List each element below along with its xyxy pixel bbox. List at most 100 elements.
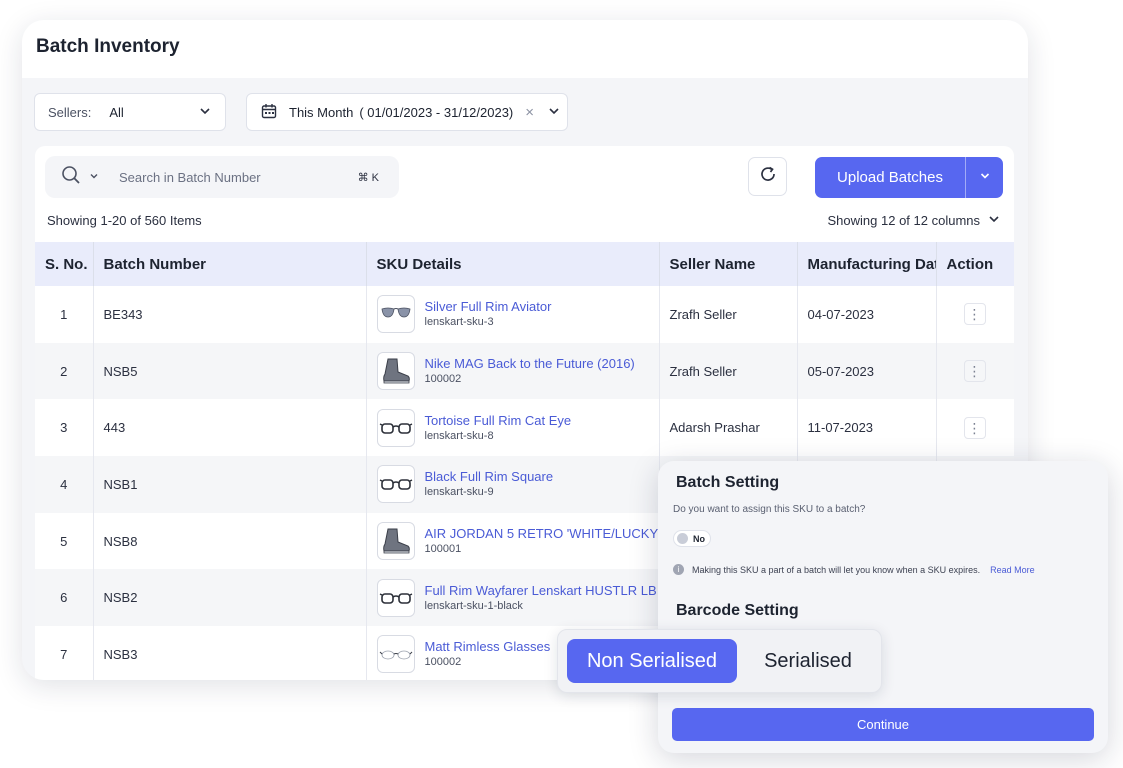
sku-name-link[interactable]: Silver Full Rim Aviator xyxy=(425,299,552,315)
cell-sno: 2 xyxy=(35,342,94,400)
batch-info-note: i Making this SKU a part of a batch will… xyxy=(673,564,1035,575)
chevron-down-icon xyxy=(199,105,211,120)
cell-batch-number: BE343 xyxy=(93,286,367,343)
upload-batches-button[interactable]: Upload Batches xyxy=(815,157,1003,198)
cell-sno: 4 xyxy=(35,456,94,513)
toggle-label: No xyxy=(693,533,705,544)
table-row[interactable]: 1 BE343 Silver Full Rim Aviator lenskart-sk… xyxy=(35,286,1014,343)
serialisation-toggle: Non Serialised Serialised xyxy=(557,629,882,693)
column-header-manufacturing-date[interactable]: Manufacturing Date xyxy=(797,242,937,286)
refresh-icon xyxy=(759,165,777,188)
column-header-seller-name[interactable]: Seller Name xyxy=(659,242,798,286)
cell-sku-details: Full Rim Wayfarer Lenskart HUSTLR LB E14… xyxy=(366,569,660,627)
clear-date-icon[interactable]: × xyxy=(525,104,534,121)
cell-batch-number: NSB2 xyxy=(93,569,367,627)
cell-sku-details: AIR JORDAN 5 RETRO 'WHITE/LUCKY GREEN'10… xyxy=(366,512,660,570)
sku-code: lenskart-sku-9 xyxy=(424,486,494,499)
cell-manufacturing-date: 11-07-2023 xyxy=(797,399,937,457)
sku-code: 100002 xyxy=(424,373,462,386)
column-header-batch-number[interactable]: Batch Number xyxy=(93,242,367,286)
continue-button[interactable]: Continue xyxy=(672,708,1094,741)
cell-seller-name: Zrafh Seller xyxy=(659,286,798,343)
more-options-icon[interactable]: ⋮ xyxy=(963,360,986,383)
calendar-icon xyxy=(261,103,277,122)
column-header-sku-details[interactable]: SKU Details xyxy=(366,242,660,286)
sku-code: lenskart-sku-3 xyxy=(424,316,494,329)
upload-options-dropdown[interactable] xyxy=(966,157,1003,198)
page-title: Batch Inventory xyxy=(36,36,180,57)
columns-selector[interactable]: Showing 12 of 12 columns xyxy=(828,213,1000,228)
cell-sku-details: Black Full Rim Square lenskart-sku-9 xyxy=(366,456,660,513)
column-header-action: Action xyxy=(936,242,1014,286)
cell-batch-number: NSB3 xyxy=(93,626,367,680)
search-icon xyxy=(61,165,81,190)
cell-action: ⋮ xyxy=(936,342,1014,400)
cell-batch-number: NSB1 xyxy=(93,456,367,513)
chevron-down-icon xyxy=(548,105,560,120)
sku-code: lenskart-sku-8 xyxy=(424,429,494,442)
barcode-setting-title: Barcode Setting xyxy=(676,602,799,619)
cell-sno: 6 xyxy=(35,569,94,627)
date-period-label: This Month xyxy=(289,104,354,120)
aviator-sunglasses-icon xyxy=(376,295,415,334)
more-options-icon[interactable]: ⋮ xyxy=(963,416,986,439)
card-header: Batch Inventory xyxy=(22,20,1028,78)
search-input[interactable]: Search in Batch Number ⌘ K xyxy=(45,156,399,198)
refresh-button[interactable] xyxy=(748,157,787,196)
cell-seller-name: Adarsh Prashar xyxy=(659,399,798,457)
cell-sno: 5 xyxy=(35,512,94,570)
more-options-icon[interactable]: ⋮ xyxy=(963,303,986,326)
sku-name-link[interactable]: Nike MAG Back to the Future (2016) xyxy=(425,356,635,372)
sellers-filter-dropdown[interactable]: Sellers: All xyxy=(34,93,226,131)
cell-batch-number: 443 xyxy=(93,399,367,457)
search-scope-chevron-icon[interactable] xyxy=(89,168,99,186)
sku-name-link[interactable]: Full Rim Wayfarer Lenskart HUSTLR LB E14 xyxy=(425,583,659,599)
chevron-down-icon xyxy=(988,213,1000,228)
column-header-sno[interactable]: S. No. xyxy=(35,242,94,286)
non-serialised-option[interactable]: Non Serialised xyxy=(567,639,737,683)
toggle-knob xyxy=(677,533,688,544)
batch-question: Do you want to assign this SKU to a batc… xyxy=(673,504,866,515)
cell-manufacturing-date: 05-07-2023 xyxy=(797,342,937,400)
batch-setting-title: Batch Setting xyxy=(676,474,780,491)
eyeglasses-icon xyxy=(376,578,415,617)
columns-count-text: Showing 12 of 12 columns xyxy=(827,213,980,228)
info-icon: i xyxy=(673,564,684,575)
eyeglasses-icon xyxy=(376,465,415,504)
date-range-filter[interactable]: This Month ( 01/01/2023 - 31/12/2023) × xyxy=(246,93,568,131)
batch-toggle[interactable]: No xyxy=(673,530,711,547)
rimless-glasses-icon xyxy=(376,635,415,674)
cell-action: ⋮ xyxy=(936,399,1014,456)
batch-info-text: Making this SKU a part of a batch will l… xyxy=(692,564,981,575)
cell-sno: 3 xyxy=(35,399,94,457)
cell-sku-details: Tortoise Full Rim Cat Eye lenskart-sku-8 xyxy=(366,399,660,457)
cell-batch-number: NSB5 xyxy=(93,342,367,400)
sellers-filter-label: Sellers: xyxy=(48,104,92,120)
cell-sno: 1 xyxy=(35,286,94,343)
sku-code: lenskart-sku-1-black xyxy=(424,599,523,612)
date-range-value: ( 01/01/2023 - 31/12/2023) xyxy=(359,104,514,120)
upload-batches-label: Upload Batches xyxy=(837,169,943,186)
sku-name-link[interactable]: Tortoise Full Rim Cat Eye xyxy=(425,413,572,429)
read-more-link[interactable]: Read More xyxy=(990,565,1035,575)
sellers-filter-value: All xyxy=(109,104,124,120)
sku-name-link[interactable]: Black Full Rim Square xyxy=(425,469,554,485)
table-row[interactable]: 2 NSB5 Nike MAG Back to the Future (2016) 1… xyxy=(35,342,1014,400)
sneaker-icon xyxy=(376,522,415,561)
cell-action: ⋮ xyxy=(936,286,1014,343)
sku-code: 100001 xyxy=(424,543,462,556)
chevron-down-icon xyxy=(979,169,991,187)
keyboard-shortcut-hint: ⌘ K xyxy=(357,171,379,184)
sku-name-link[interactable]: AIR JORDAN 5 RETRO 'WHITE/LUCKY GREEN' xyxy=(425,526,659,542)
serialised-option[interactable]: Serialised xyxy=(740,639,876,683)
cell-seller-name: Zrafh Seller xyxy=(659,342,798,400)
search-placeholder: Search in Batch Number xyxy=(119,169,261,185)
table-row[interactable]: 3 443 Tortoise Full Rim Cat Eye lenskart-sk… xyxy=(35,399,1014,457)
sneaker-icon xyxy=(376,352,415,391)
cell-sku-details: Silver Full Rim Aviator lenskart-sku-3 xyxy=(366,286,660,343)
items-count-text: Showing 1-20 of 560 Items xyxy=(47,213,202,228)
table-header-row: S. No. Batch Number SKU Details Seller N… xyxy=(35,242,1014,286)
sku-name-link[interactable]: Matt Rimless Glasses xyxy=(425,639,551,655)
batch-setting-panel: Batch Setting Do you want to assign this… xyxy=(658,461,1108,753)
cell-sno: 7 xyxy=(35,626,94,680)
